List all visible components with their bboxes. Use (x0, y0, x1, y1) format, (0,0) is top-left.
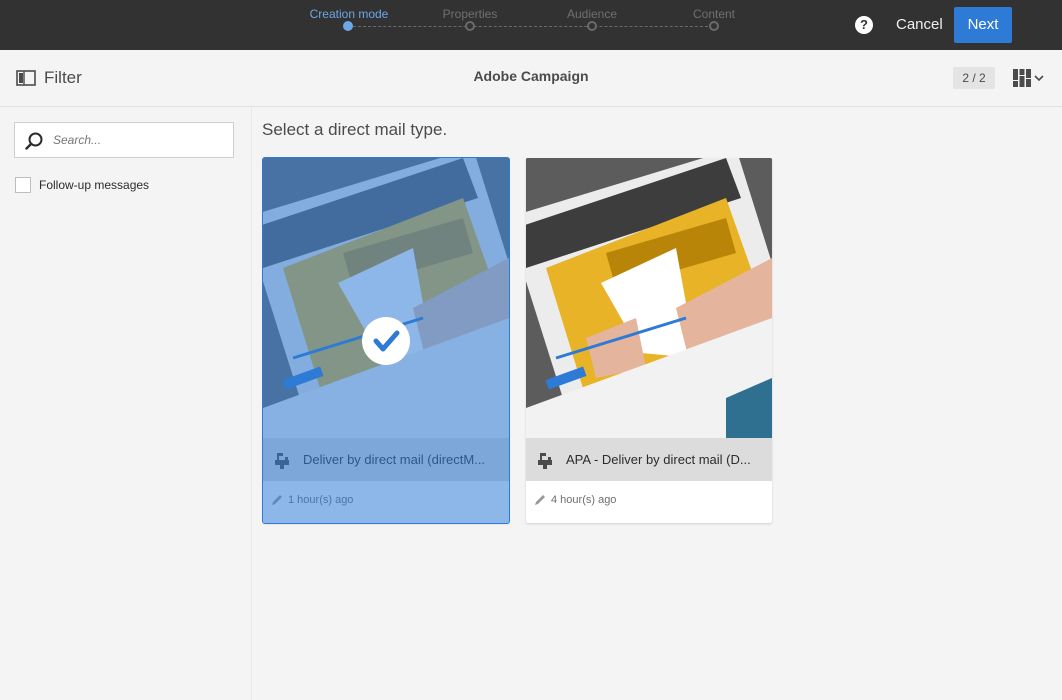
wizard-bar: Creation mode Properties Audience Conten… (0, 0, 1062, 50)
template-card-apa-directmail[interactable]: APA - Deliver by direct mail (D... 4 hou… (526, 158, 772, 523)
direct-mail-icon (275, 452, 289, 469)
step-connector (353, 26, 713, 27)
step-dot-creation-mode[interactable] (343, 21, 353, 31)
view-mode-toggle[interactable] (1013, 68, 1045, 88)
step-creation-mode[interactable]: Creation mode (310, 7, 389, 21)
step-dot-properties[interactable] (465, 21, 475, 31)
card-meta: 4 hour(s) ago (534, 494, 616, 506)
cancel-button[interactable]: Cancel (884, 10, 955, 40)
card-modified-time: 4 hour(s) ago (551, 494, 617, 506)
followup-checkbox[interactable] (15, 177, 31, 193)
next-button[interactable]: Next (954, 7, 1012, 43)
search-box[interactable] (14, 122, 234, 158)
filter-sidebar: Follow-up messages (0, 107, 252, 700)
followup-filter[interactable]: Follow-up messages (15, 177, 149, 193)
card-meta: 1 hour(s) ago (271, 494, 353, 506)
chevron-down-icon (1034, 75, 1044, 82)
step-content[interactable]: Content (693, 7, 735, 21)
step-properties[interactable]: Properties (443, 7, 498, 21)
step-dot-content[interactable] (709, 21, 719, 31)
step-dot-audience[interactable] (587, 21, 597, 31)
pencil-icon (535, 495, 545, 505)
direct-mail-icon (538, 452, 552, 469)
step-audience[interactable]: Audience (567, 7, 617, 21)
card-modified-time: 1 hour(s) ago (288, 494, 354, 506)
followup-label: Follow-up messages (39, 178, 150, 192)
page-title: Select a direct mail type. (262, 120, 448, 139)
pencil-icon (272, 495, 282, 505)
card-caption: APA - Deliver by direct mail (D... (526, 438, 772, 481)
app-title: Adobe Campaign (473, 68, 589, 84)
template-card-directmail[interactable]: Deliver by direct mail (directM... 1 hou… (262, 157, 510, 524)
search-input[interactable] (51, 132, 225, 148)
search-icon (25, 132, 43, 150)
card-title: APA - Deliver by direct mail (D... (566, 452, 751, 467)
main-content: Select a direct mail type. Deliver by di… (252, 107, 1062, 700)
mailbox-photo-image (263, 158, 509, 438)
card-caption: Deliver by direct mail (directM... (263, 438, 509, 481)
selected-check-icon (362, 317, 410, 365)
card-view-icon (1013, 69, 1031, 87)
help-icon[interactable]: ? (855, 16, 873, 34)
page-count-badge: 2 / 2 (953, 67, 995, 89)
card-thumbnail (263, 158, 509, 438)
card-title: Deliver by direct mail (directM... (303, 452, 486, 467)
header-bar: Filter Adobe Campaign 2 / 2 (0, 50, 1062, 107)
wizard-steps: Creation mode Properties Audience Conten… (300, 0, 760, 50)
card-thumbnail (526, 158, 772, 438)
mailbox-photo-image (526, 158, 772, 438)
